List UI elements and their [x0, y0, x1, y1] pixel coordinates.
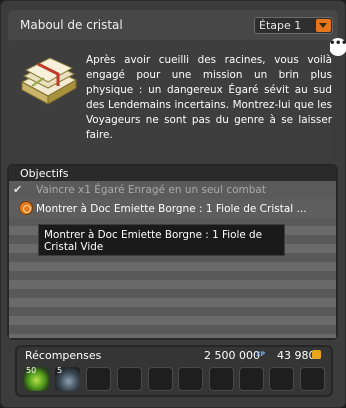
- empty-reward-slot: [300, 367, 325, 391]
- step-label: Étape 1: [259, 19, 302, 32]
- objective-target-icon: [19, 201, 33, 215]
- empty-reward-slot: [117, 367, 142, 391]
- chevron-down-icon: [316, 19, 331, 32]
- rewards-title: Récompenses: [25, 349, 102, 362]
- objectives-title: Objectifs: [20, 167, 69, 180]
- empty-reward-slot: [209, 367, 234, 391]
- xp-reward: 2 500 000: [204, 349, 260, 362]
- empty-reward-slot: [148, 367, 173, 391]
- empty-reward-slot: [239, 367, 264, 391]
- kamas-icon: [312, 350, 321, 359]
- objective-text[interactable]: Montrer à Doc Emiette Borgne : 1 Fiole d…: [36, 203, 307, 215]
- step-dropdown[interactable]: Étape 1: [254, 17, 333, 34]
- objective-tooltip: Montrer à Doc Emiette Borgne : 1 Fiole d…: [38, 224, 285, 256]
- reward-quantity: 5: [57, 366, 63, 375]
- empty-reward-slot: [178, 367, 203, 391]
- quest-book-icon: [20, 57, 78, 105]
- quest-description: Après avoir cueilli des racines, vous vo…: [86, 54, 332, 141]
- xp-icon: XP: [256, 351, 266, 358]
- checkmark-icon: ✔: [13, 183, 23, 196]
- empty-reward-slot: [86, 367, 111, 391]
- kamas-reward: 43 980: [277, 349, 316, 362]
- objective-text: Vaincre x1 Égaré Enragé en un seul comba…: [36, 184, 266, 196]
- empty-reward-slot: [269, 367, 294, 391]
- reward-quantity: 50: [26, 366, 37, 375]
- quest-title: Maboul de cristal: [20, 18, 123, 32]
